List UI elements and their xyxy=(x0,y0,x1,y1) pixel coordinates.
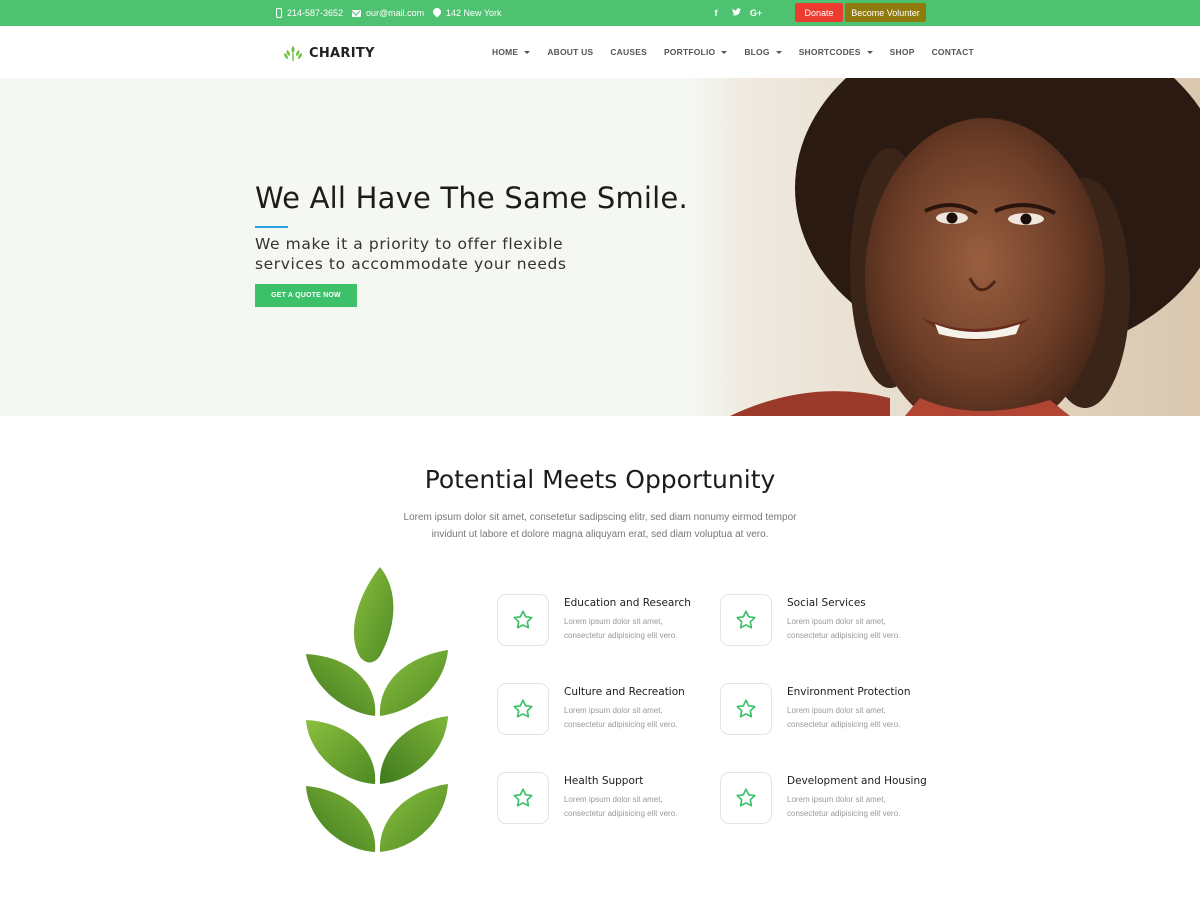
google-plus-icon[interactable]: G+ xyxy=(746,8,766,18)
star-icon xyxy=(513,788,533,807)
feature-icon-box xyxy=(720,772,772,824)
feature-text: Lorem ipsum dolor sit amet, consectetur … xyxy=(564,617,678,640)
donate-button[interactable]: Donate xyxy=(795,3,843,22)
feature-icon-box xyxy=(720,683,772,735)
nav-label: CONTACT xyxy=(931,47,974,57)
feature-title: Environment Protection xyxy=(787,686,911,698)
hero-subtitle-line: services to accommodate your needs xyxy=(255,255,567,273)
nav-item-shop[interactable]: SHOP xyxy=(890,47,915,57)
feature-title: Education and Research xyxy=(564,597,691,609)
wheat-logo-icon xyxy=(284,46,302,61)
phone-number: 214-587-3652 xyxy=(287,8,344,18)
feature-item[interactable]: Culture and Recreation Lorem ipsum dolor… xyxy=(497,683,697,743)
feature-title: Health Support xyxy=(564,775,644,787)
nav-label: SHOP xyxy=(889,47,915,57)
nav-item-contact[interactable]: CONTACT xyxy=(932,47,974,57)
location-pin-icon xyxy=(431,6,443,18)
phone-icon xyxy=(276,8,282,18)
phone-contact: 214-587-3652 xyxy=(276,0,343,26)
twitter-bird-glyph xyxy=(731,8,741,16)
smiling-child-photo xyxy=(690,78,1200,416)
get-a-quote-button[interactable]: GET A QUOTE NOW xyxy=(255,284,357,307)
feature-title: Culture and Recreation xyxy=(564,686,685,698)
email-contact[interactable]: our@mail.com xyxy=(352,0,424,26)
mail-icon xyxy=(352,9,361,17)
feature-item[interactable]: Health Support Lorem ipsum dolor sit ame… xyxy=(497,772,697,832)
hero-subtitle: We make it a priority to offer flexible … xyxy=(255,234,595,274)
section-title: Potential Meets Opportunity xyxy=(424,465,776,494)
star-icon xyxy=(736,699,756,718)
logo-text: CHARITY xyxy=(309,45,375,61)
feature-text: Lorem ipsum dolor sit amet, consectetur … xyxy=(787,617,901,640)
main-navbar: CHARITY HOME ABOUT US CAUSES PORTFOLIO B… xyxy=(0,26,1200,78)
location-contact: 142 New York xyxy=(431,0,502,26)
feature-text: Lorem ipsum dolor sit amet, consectetur … xyxy=(564,795,678,818)
star-icon xyxy=(513,610,533,629)
main-menu: HOME ABOUT US CAUSES PORTFOLIO BLOG SHOR… xyxy=(492,26,991,78)
become-volunteer-button[interactable]: Become Volunter xyxy=(845,3,926,22)
caret-down-icon xyxy=(866,50,873,54)
feature-text: Lorem ipsum dolor sit amet, consectetur … xyxy=(787,706,901,729)
nav-label: PORTFOLIO xyxy=(663,47,716,57)
star-icon xyxy=(736,788,756,807)
feature-text: Lorem ipsum dolor sit amet, consectetur … xyxy=(787,795,901,818)
feature-icon-box xyxy=(497,683,549,735)
feature-item[interactable]: Environment Protection Lorem ipsum dolor… xyxy=(720,683,920,743)
nav-label: SHORTCODES xyxy=(798,47,861,57)
site-logo[interactable]: CHARITY xyxy=(283,45,375,61)
nav-label: BLOG xyxy=(744,47,770,57)
social-links: f G+ xyxy=(706,0,766,26)
nav-item-about-us[interactable]: ABOUT US xyxy=(547,47,593,57)
section-description: Lorem ipsum dolor sit amet, consetetur s… xyxy=(403,512,797,540)
nav-item-blog[interactable]: BLOG xyxy=(744,47,782,57)
location-text: 142 New York xyxy=(446,8,502,18)
feature-icon-box xyxy=(720,594,772,646)
nav-label: ABOUT US xyxy=(547,47,594,57)
nav-label: HOME xyxy=(492,47,519,57)
feature-item[interactable]: Development and Housing Lorem ipsum dolo… xyxy=(720,772,927,832)
feature-item[interactable]: Education and Research Lorem ipsum dolor… xyxy=(497,594,697,654)
feature-icon-box xyxy=(497,594,549,646)
feature-title: Development and Housing xyxy=(787,775,927,787)
feature-icon-box xyxy=(497,772,549,824)
hero-title: We All Have The Same Smile. xyxy=(255,181,688,215)
nav-item-home[interactable]: HOME xyxy=(492,47,531,57)
hero-banner: We All Have The Same Smile. We make it a… xyxy=(0,78,1200,416)
email-address[interactable]: our@mail.com xyxy=(366,8,424,18)
nav-item-causes[interactable]: CAUSES xyxy=(610,47,647,57)
hero-accent-line xyxy=(255,226,288,228)
caret-down-icon xyxy=(721,50,728,54)
caret-down-icon xyxy=(524,50,531,54)
feature-item[interactable]: Social Services Lorem ipsum dolor sit am… xyxy=(720,594,920,654)
wheat-leaf-illustration xyxy=(306,567,448,852)
top-bar: 214-587-3652 our@mail.com 142 New York f… xyxy=(0,0,1200,26)
nav-item-portfolio[interactable]: PORTFOLIO xyxy=(663,47,728,57)
nav-item-shortcodes[interactable]: SHORTCODES xyxy=(799,47,873,57)
nav-label: CAUSES xyxy=(610,47,647,57)
feature-title: Social Services xyxy=(787,597,866,609)
twitter-icon[interactable] xyxy=(726,8,746,18)
star-icon xyxy=(736,610,756,629)
feature-text: Lorem ipsum dolor sit amet, consectetur … xyxy=(564,706,678,729)
facebook-icon[interactable]: f xyxy=(706,8,726,18)
hero-subtitle-line: We make it a priority to offer flexible xyxy=(255,235,564,253)
star-icon xyxy=(513,699,533,718)
caret-down-icon xyxy=(775,50,782,54)
